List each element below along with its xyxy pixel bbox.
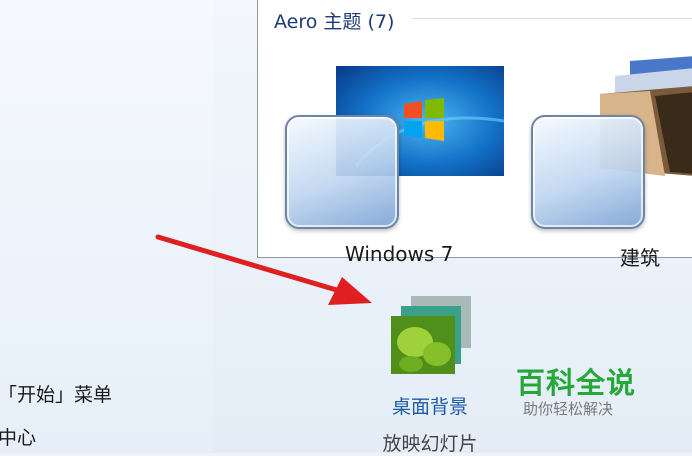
desktop-background-button[interactable]: 桌面背景 放映幻灯片 — [370, 292, 490, 456]
desktop-background-icon — [391, 296, 471, 374]
watermark-title: 百科全说 — [516, 366, 637, 400]
red-arrow-annotation — [155, 234, 372, 305]
group-divider — [412, 18, 692, 19]
watermark-subtitle: 助你轻松解决 — [523, 400, 614, 418]
start-menu-link[interactable]: 「开始」菜单 — [0, 380, 112, 407]
theme-label-architecture: 建筑 — [620, 246, 660, 270]
aero-themes-header: Aero 主题 (7) — [274, 7, 403, 34]
theme-tile-architecture[interactable]: 建筑 — [528, 56, 692, 270]
desktop-background-label[interactable]: 桌面背景 — [370, 392, 490, 419]
desktop-background-sublabel: 放映幻灯片 — [382, 433, 478, 455]
window-color-swatch — [285, 115, 399, 229]
center-link[interactable]: 中心 — [0, 423, 36, 450]
window-color-swatch — [531, 115, 645, 229]
